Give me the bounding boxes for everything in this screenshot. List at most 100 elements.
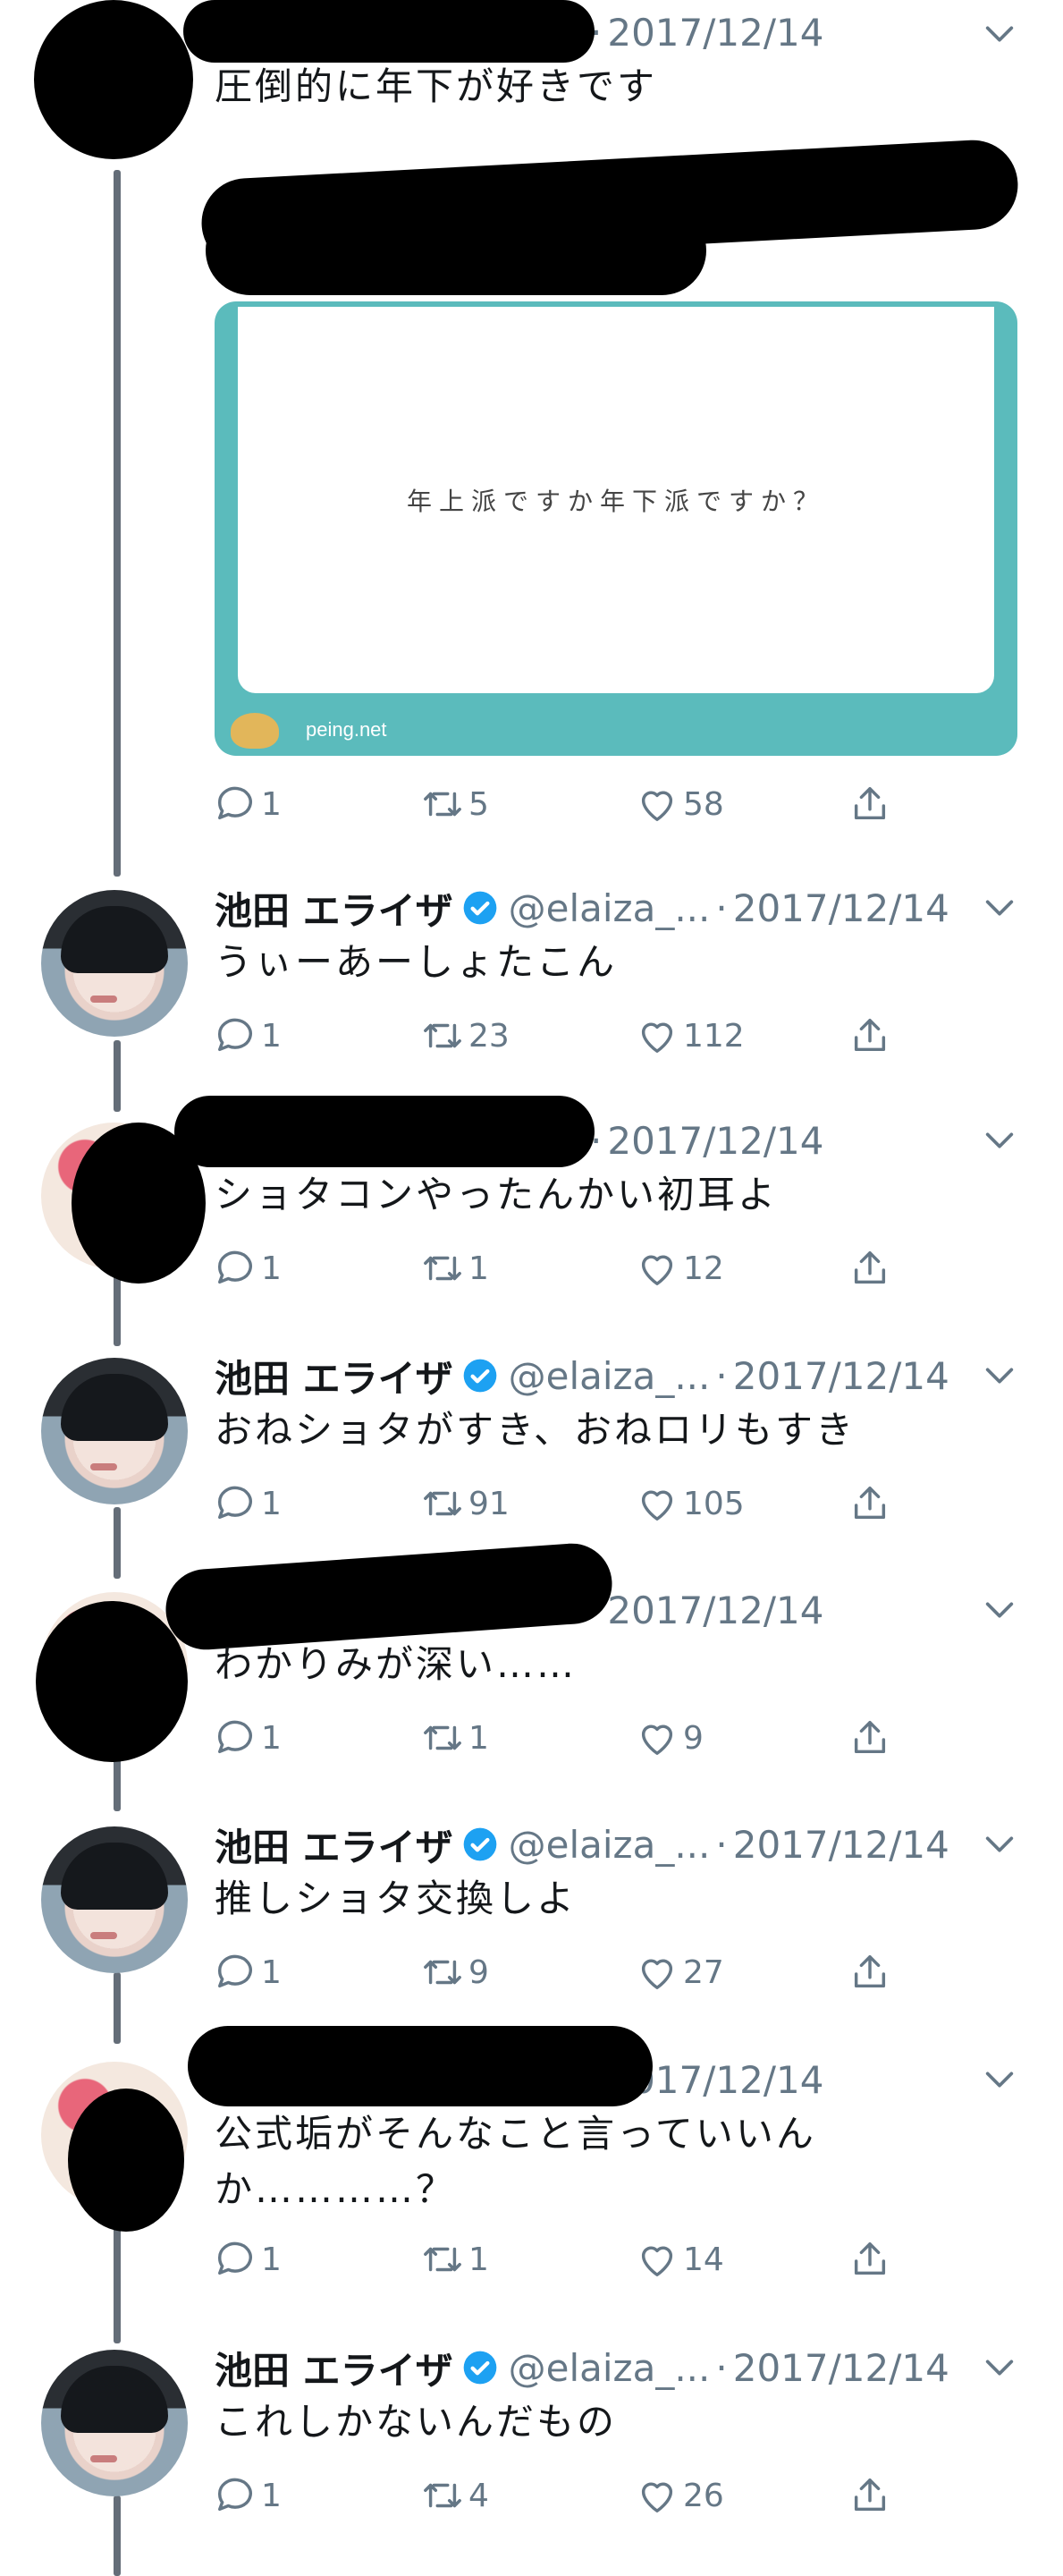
reply-icon [218, 1720, 252, 1754]
display-name[interactable]: 池田 エライザ [215, 2341, 453, 2395]
reply-button[interactable]: 1 [215, 2473, 282, 2518]
redaction [183, 0, 595, 63]
retweet-button[interactable]: 23 [422, 1013, 510, 1058]
display-name[interactable]: 池田 エライザ [215, 1818, 453, 1872]
redaction [188, 2026, 653, 2106]
handle[interactable]: @elaiza_... [509, 2346, 711, 2390]
heart-icon [641, 2482, 673, 2512]
avatar[interactable] [41, 1826, 188, 1973]
handle[interactable]: @elaiza_... [509, 886, 711, 930]
reply-button[interactable]: 1 [215, 1950, 282, 1995]
tweet[interactable]: 池田 エライザ @elaiza_... · 2017/12/14 うぃーあーしょ… [0, 881, 1063, 1060]
tweet[interactable]: 池田 エライザ @elaiza_... · 2017/12/14 推しショタ交換… [0, 1818, 1063, 1996]
heart-icon [641, 1724, 673, 1755]
reply-button[interactable]: 1 [215, 1481, 282, 1526]
share-icon [854, 1955, 886, 1988]
share-button[interactable] [849, 1013, 896, 1058]
display-name[interactable]: 池田 エライザ [215, 1349, 453, 1403]
chevron-down-icon[interactable] [982, 1123, 1017, 1158]
like-button[interactable]: 58 [637, 782, 724, 826]
heart-icon [641, 791, 673, 821]
tweet-text: うぃーあーしょたこん [215, 940, 618, 984]
tweet[interactable]: · 2017/12/14 圧倒的に年下が好きです 年上派ですか年下派ですか？ p… [0, 0, 1063, 877]
share-button[interactable] [849, 1950, 896, 1995]
reply-button[interactable]: 1 [215, 1246, 282, 1291]
retweet-icon [424, 1960, 461, 1985]
handle[interactable]: @elaiza_... [509, 1823, 711, 1867]
tweet-date[interactable]: 2017/12/14 [733, 1354, 949, 1398]
tweet-date[interactable]: 2017/12/14 [607, 1589, 823, 1632]
link-card[interactable]: 年上派ですか年下派ですか？ peing.net [215, 301, 1017, 756]
avatar[interactable] [41, 890, 188, 1037]
tweet-date[interactable]: 2017/12/14 [733, 1823, 949, 1867]
tweet-text: ショタコンやったんかい初耳よ [215, 1173, 779, 1216]
chevron-down-icon[interactable] [982, 2062, 1017, 2097]
like-button[interactable]: 105 [637, 1481, 745, 1526]
avatar[interactable] [41, 2350, 188, 2496]
retweet-button[interactable]: 9 [422, 1950, 489, 1995]
share-button[interactable] [849, 1481, 896, 1526]
retweet-button[interactable]: 4 [422, 2473, 489, 2518]
tweet[interactable]: 池田 エライザ @elaiza_... · 2017/12/14 これしかないん… [0, 2341, 1063, 2520]
redaction [68, 2089, 184, 2232]
tweet-header: 池田 エライザ @elaiza_... · 2017/12/14 [215, 1818, 949, 1871]
reply-icon [218, 1486, 252, 1520]
tweet[interactable]: · 2017/12/14 ショタコンやったんかい初耳よ 1 1 12 [0, 1096, 1063, 1292]
share-icon [854, 2242, 886, 2275]
verified-badge-icon [463, 1359, 496, 1393]
chevron-down-icon[interactable] [982, 1358, 1017, 1394]
share-button[interactable] [849, 1246, 896, 1291]
tweet-date[interactable]: 2017/12/14 [607, 1119, 823, 1163]
reply-icon [218, 1018, 252, 1052]
chevron-down-icon[interactable] [982, 1592, 1017, 1628]
share-icon [854, 1019, 886, 1052]
reply-button[interactable]: 1 [215, 2237, 282, 2282]
tweet-text: おねショタがすき、おねロリもすき [215, 1408, 856, 1452]
reply-button[interactable]: 1 [215, 782, 282, 826]
display-name[interactable]: 池田 エライザ [215, 881, 453, 936]
retweet-button[interactable]: 91 [422, 1481, 510, 1526]
tweet[interactable]: · 2017/12/14 公式垢がそんなこと言っていいんか…………？ 1 1 1… [0, 2026, 1063, 2285]
handle[interactable]: @elaiza_... [509, 1354, 711, 1398]
like-button[interactable]: 27 [637, 1950, 724, 1995]
like-button[interactable]: 14 [637, 2237, 724, 2282]
share-button[interactable] [849, 2237, 896, 2282]
tweet[interactable]: · 2017/12/14 わかりみが深い…… 1 1 9 [0, 1540, 1063, 1762]
tweet[interactable]: 池田 エライザ @elaiza_... · 2017/12/14 おねショタがす… [0, 1349, 1063, 1528]
share-button[interactable] [849, 782, 896, 826]
card-question: 年上派ですか年下派ですか？ [406, 487, 825, 516]
reply-button[interactable]: 1 [215, 1716, 282, 1760]
tweet-header: 池田 エライザ @elaiza_... · 2017/12/14 [215, 2341, 949, 2394]
like-button[interactable]: 12 [637, 1246, 724, 1291]
redaction [174, 1096, 595, 1167]
share-icon [854, 1251, 886, 1284]
tweet-text: 公式垢がそんなこと言っていいんか…………？ [215, 2112, 816, 2211]
chevron-down-icon[interactable] [982, 2350, 1017, 2385]
avatar[interactable] [41, 1358, 188, 1504]
retweet-button[interactable]: 1 [422, 2237, 489, 2282]
retweet-icon [424, 1491, 461, 1516]
chevron-down-icon[interactable] [982, 1826, 1017, 1862]
tweet-actions: 1 4 26 [215, 2473, 930, 2518]
card-preview: 年上派ですか年下派ですか？ [238, 307, 994, 693]
card-site: peing.net [306, 718, 387, 741]
reply-button[interactable]: 1 [215, 1013, 282, 1058]
tweet-actions: 1 9 27 [215, 1950, 930, 1995]
share-button[interactable] [849, 2473, 896, 2518]
tweet-date[interactable]: 2017/12/14 [733, 886, 949, 930]
tweet-date[interactable]: 2017/12/14 [607, 11, 823, 55]
like-button[interactable]: 112 [637, 1013, 745, 1058]
reply-icon [218, 1250, 252, 1284]
tweet-date[interactable]: 2017/12/14 [733, 2346, 949, 2390]
share-button[interactable] [849, 1716, 896, 1760]
tweet-header: 池田 エライザ @elaiza_... · 2017/12/14 [215, 1349, 949, 1402]
like-button[interactable]: 26 [637, 2473, 724, 2518]
chevron-down-icon[interactable] [982, 16, 1017, 52]
chevron-down-icon[interactable] [982, 890, 1017, 926]
retweet-button[interactable]: 1 [422, 1246, 489, 1291]
redaction [206, 206, 706, 295]
peing-logo-icon [231, 713, 279, 749]
retweet-button[interactable]: 1 [422, 1716, 489, 1760]
like-button[interactable]: 9 [637, 1716, 704, 1760]
retweet-button[interactable]: 5 [422, 782, 489, 826]
